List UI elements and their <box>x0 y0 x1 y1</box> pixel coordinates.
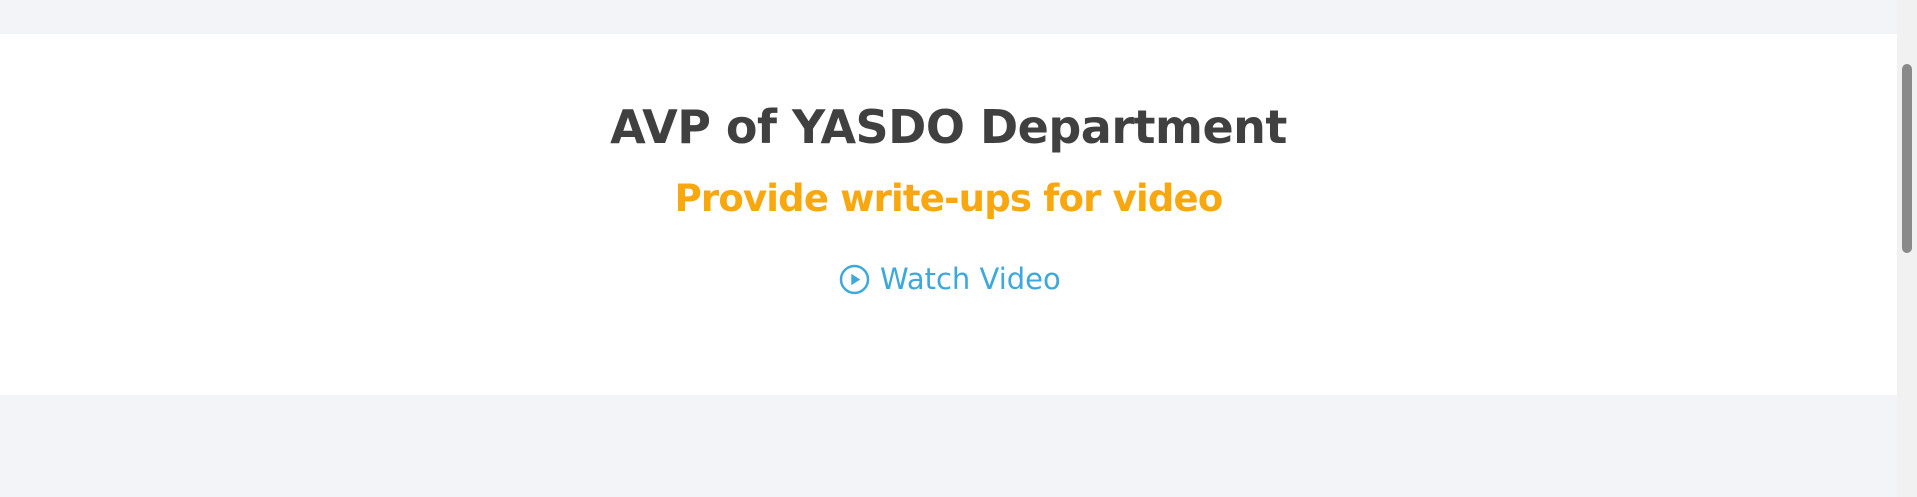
vertical-scrollbar[interactable] <box>1897 0 1917 497</box>
top-background-strip <box>0 0 1897 34</box>
watch-video-label: Watch Video <box>880 262 1061 296</box>
play-circle-icon <box>839 264 870 295</box>
scrollbar-thumb[interactable] <box>1902 64 1912 253</box>
section-subtitle: Provide write-ups for video <box>674 177 1224 220</box>
page: AVP of YASDO Department Provide write-up… <box>0 0 1897 497</box>
section-title: AVP of YASDO Department <box>610 100 1287 154</box>
watch-video-link[interactable]: Watch Video <box>839 262 1061 296</box>
